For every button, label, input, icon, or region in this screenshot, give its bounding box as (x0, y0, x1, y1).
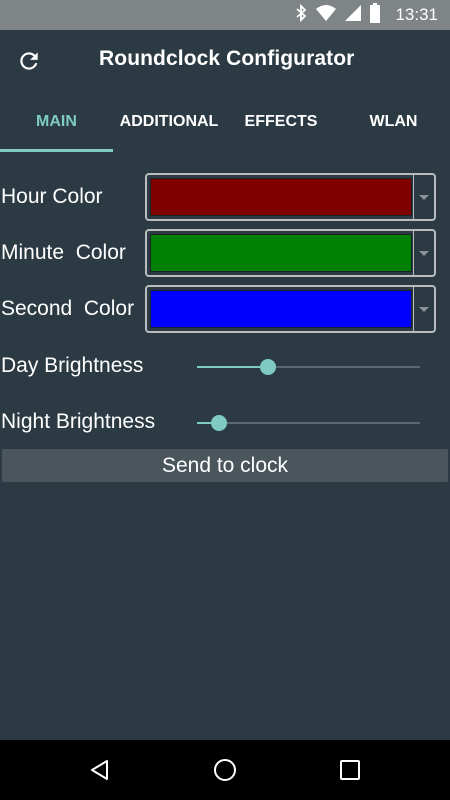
refresh-icon[interactable] (14, 46, 44, 76)
minute-color-swatch (150, 234, 412, 272)
second-color-label: Second Color (1, 297, 135, 320)
day-brightness-slider[interactable] (197, 355, 420, 379)
hour-color-select[interactable] (145, 173, 436, 221)
app-title: Roundclock Configurator (99, 47, 355, 70)
status-bar: 13:31 (0, 0, 450, 30)
system-nav-bar (0, 740, 450, 800)
tab-additional[interactable]: ADDITIONAL (113, 92, 225, 152)
slider-thumb[interactable] (211, 415, 228, 431)
wifi-icon (315, 4, 337, 27)
home-circle-icon[interactable] (210, 755, 240, 785)
tab-bar: MAIN ADDITIONAL EFFECTS WLAN (0, 92, 450, 152)
status-time: 13:31 (395, 5, 438, 24)
status-icons: 13:31 (295, 2, 438, 28)
second-color-swatch (150, 290, 412, 328)
bluetooth-icon (295, 3, 307, 27)
slider-fill (197, 366, 269, 368)
hour-color-swatch (150, 178, 412, 216)
app-toolbar: Roundclock Configurator (0, 30, 450, 92)
day-brightness-label: Day Brightness (1, 354, 144, 377)
hour-color-label: Hour Color (1, 185, 103, 208)
tab-wlan[interactable]: WLAN (337, 92, 450, 152)
night-brightness-slider[interactable] (197, 411, 420, 435)
dropdown-arrow-icon (413, 287, 434, 331)
night-brightness-label: Night Brightness (1, 410, 156, 433)
dropdown-arrow-icon (413, 175, 434, 219)
slider-track (197, 422, 420, 424)
signal-icon (345, 4, 362, 27)
minute-color-label: Minute Color (1, 241, 126, 264)
back-triangle-icon[interactable] (85, 755, 115, 785)
second-color-select[interactable] (145, 285, 436, 333)
tab-main[interactable]: MAIN (0, 92, 113, 152)
dropdown-arrow-icon (413, 231, 434, 275)
minute-color-select[interactable] (145, 229, 436, 277)
send-to-clock-button[interactable]: Send to clock (2, 449, 448, 482)
tab-effects[interactable]: EFFECTS (225, 92, 337, 152)
recents-square-icon[interactable] (335, 755, 365, 785)
slider-thumb[interactable] (260, 359, 277, 375)
battery-icon (369, 2, 381, 28)
